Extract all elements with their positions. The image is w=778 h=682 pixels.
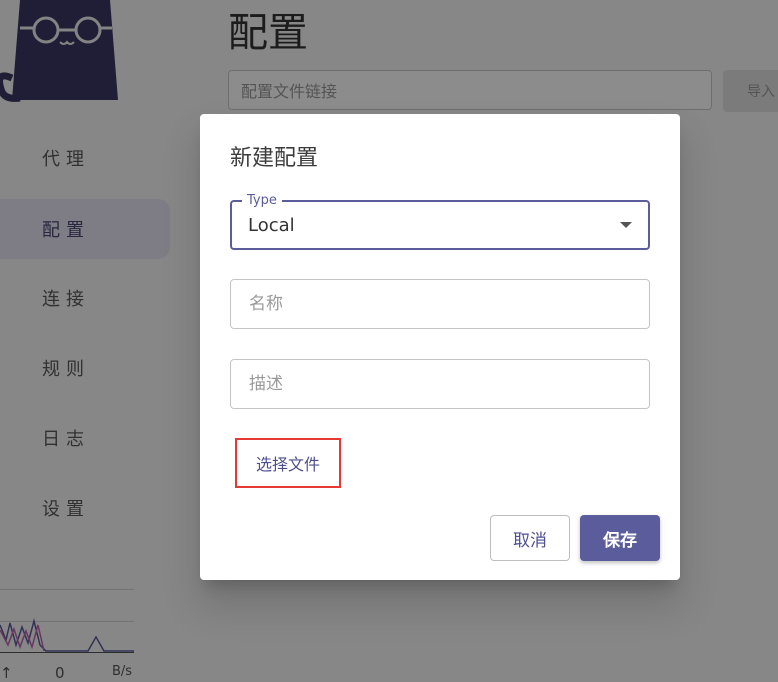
save-button[interactable]: 保存 [580, 515, 660, 561]
cancel-button-label: 取消 [513, 530, 547, 551]
dialog-title: 新建配置 [230, 146, 319, 171]
description-field[interactable] [230, 359, 650, 409]
description-input[interactable] [247, 373, 633, 395]
name-input[interactable] [247, 293, 633, 315]
dropdown-arrow-icon [620, 222, 632, 228]
cancel-button[interactable]: 取消 [490, 515, 570, 561]
type-select-value: Local [248, 214, 295, 236]
new-profile-dialog: 新建配置 Type Local 选择文件 取消 保存 [200, 114, 680, 580]
choose-file-label: 选择文件 [255, 455, 320, 474]
save-button-label: 保存 [603, 530, 637, 551]
type-select-label: Type [242, 193, 282, 208]
name-field[interactable] [230, 279, 650, 329]
type-select[interactable]: Type Local [230, 193, 650, 250]
choose-file-button[interactable]: 选择文件 [235, 438, 341, 488]
